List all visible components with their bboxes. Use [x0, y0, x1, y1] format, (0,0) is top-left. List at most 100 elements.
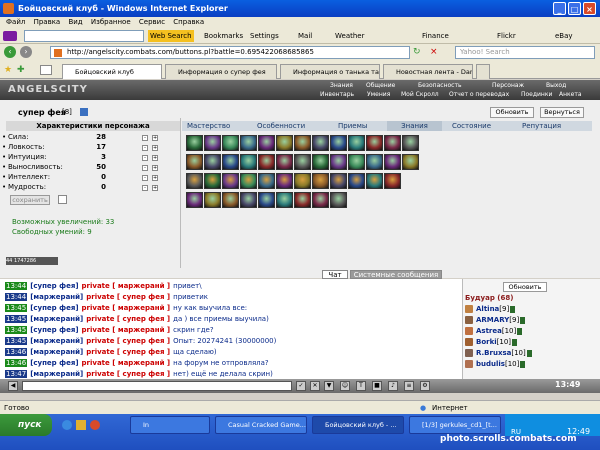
skill-icon[interactable] — [240, 154, 257, 170]
menu-tools[interactable]: Сервис — [139, 18, 165, 26]
nav-profile[interactable]: Анкета — [559, 91, 582, 98]
send-icon[interactable]: ✓ — [296, 381, 306, 391]
skill-icon[interactable] — [240, 173, 257, 189]
users-refresh-button[interactable]: Обновить — [503, 282, 547, 292]
nav-character[interactable]: Персонаж — [492, 82, 524, 89]
sys-icon[interactable]: ≡ — [404, 381, 414, 391]
skill-icon[interactable] — [294, 173, 311, 189]
skill-icon[interactable] — [222, 154, 239, 170]
message-sender[interactable]: [маржеранй] — [30, 370, 83, 378]
stat-plus-button[interactable]: + — [152, 155, 158, 161]
close-button[interactable]: × — [583, 2, 596, 15]
save-stats-button[interactable]: сохранить — [10, 195, 50, 205]
task-casual-cracked[interactable]: Casual Cracked Game... — [215, 416, 307, 434]
task-gerkules[interactable]: [1/3] gerkules_cd1_[t... — [409, 416, 501, 434]
message-sender[interactable]: [маржеранй] — [30, 348, 83, 356]
skill-icon[interactable] — [330, 154, 347, 170]
smile-icon[interactable]: ☺ — [340, 381, 350, 391]
stat-minus-button[interactable]: - — [142, 135, 148, 141]
finance-button[interactable]: Finance — [422, 30, 449, 42]
tab-news-darkclan[interactable]: Новостная лента - DarkClan — [383, 64, 473, 79]
tab-reputation[interactable]: Репутация — [522, 121, 561, 131]
flickr-button[interactable]: Flickr — [497, 30, 516, 42]
mail-button[interactable]: Mail — [298, 30, 312, 42]
skill-icon[interactable] — [330, 173, 347, 189]
stat-minus-button[interactable]: - — [142, 185, 148, 191]
tab-knowledge[interactable]: Знания — [387, 121, 442, 131]
message-sender[interactable]: [маржеранй] — [30, 293, 83, 301]
skill-icon[interactable] — [294, 192, 311, 208]
clear-icon[interactable]: ✕ — [310, 381, 320, 391]
stat-plus-button[interactable]: + — [152, 165, 158, 171]
minimize-button[interactable]: _ — [553, 2, 566, 15]
stat-minus-button[interactable]: - — [142, 165, 148, 171]
user-name[interactable]: ARMARY — [476, 316, 509, 324]
skill-icon[interactable] — [204, 192, 221, 208]
stat-plus-button[interactable]: + — [152, 135, 158, 141]
nav-knowledge[interactable]: Знания — [330, 82, 353, 89]
skill-icon[interactable] — [366, 154, 383, 170]
skill-icon[interactable] — [204, 173, 221, 189]
skill-icon[interactable] — [312, 173, 329, 189]
user-info-icon[interactable] — [520, 316, 526, 324]
tab-techniques[interactable]: Приемы — [338, 121, 367, 131]
web-search-button[interactable]: Web Search — [148, 30, 194, 42]
stat-minus-button[interactable]: - — [142, 145, 148, 151]
skill-icon[interactable] — [294, 135, 311, 151]
user-info-icon[interactable] — [520, 360, 526, 368]
message-sender[interactable]: [супер фея] — [30, 326, 78, 334]
toolbar-search-input[interactable] — [24, 30, 144, 42]
refresh-button[interactable]: Обновить — [490, 107, 534, 118]
skill-icon[interactable] — [186, 135, 203, 151]
menu-favorites[interactable]: Избранное — [91, 18, 131, 26]
task-in[interactable]: In — [130, 416, 210, 434]
return-button[interactable]: Вернуться — [540, 107, 584, 118]
skill-icon[interactable] — [222, 192, 239, 208]
tab-fight-club[interactable]: Бойцовский клуб — [62, 64, 162, 79]
skill-icon[interactable] — [222, 135, 239, 151]
skill-icon[interactable] — [294, 154, 311, 170]
start-button[interactable]: пуск — [0, 414, 52, 436]
skill-icon[interactable] — [258, 173, 275, 189]
user-list-item[interactable]: budulis[10] — [465, 359, 526, 370]
weather-button[interactable]: Weather — [335, 30, 364, 42]
ebay-button[interactable]: eBay — [555, 30, 573, 42]
favorites-star-icon[interactable]: ★ — [4, 65, 12, 75]
nav-skills[interactable]: Умения — [367, 91, 390, 98]
skill-icon[interactable] — [186, 154, 203, 170]
skill-icon[interactable] — [330, 135, 347, 151]
quicklaunch-folder-icon[interactable] — [76, 420, 86, 430]
save-checkbox[interactable] — [58, 195, 67, 204]
settings-button[interactable]: Settings — [250, 30, 279, 42]
user-info-icon[interactable] — [510, 305, 516, 313]
message-sender[interactable]: [маржеранй] — [30, 337, 83, 345]
skill-icon[interactable] — [204, 135, 221, 151]
skill-icon[interactable] — [186, 173, 203, 189]
skill-icon[interactable] — [330, 192, 347, 208]
skill-icon[interactable] — [348, 135, 365, 151]
skill-icon[interactable] — [204, 154, 221, 170]
stat-minus-button[interactable]: - — [142, 175, 148, 181]
skill-icon[interactable] — [402, 154, 419, 170]
skill-icon[interactable] — [276, 173, 293, 189]
nav-security[interactable]: Безопасность — [418, 82, 462, 89]
skill-icon[interactable] — [312, 192, 329, 208]
skill-icon[interactable] — [222, 173, 239, 189]
quicklaunch-ie-icon[interactable] — [62, 420, 72, 430]
nav-transfer-report[interactable]: Отчет о переводах — [449, 91, 509, 98]
skill-icon[interactable] — [258, 154, 275, 170]
translit-icon[interactable]: T — [356, 381, 366, 391]
skill-icon[interactable] — [240, 135, 257, 151]
tab-info-super-fairy[interactable]: Информация о супер фея — [165, 64, 277, 79]
skill-icon[interactable] — [312, 154, 329, 170]
skill-icon[interactable] — [276, 135, 293, 151]
user-info-icon[interactable] — [526, 349, 532, 357]
quicklaunch-app-icon[interactable] — [90, 420, 100, 430]
skill-icon[interactable] — [402, 135, 419, 151]
nav-battles[interactable]: Поединки — [521, 91, 552, 98]
stat-plus-button[interactable]: + — [152, 175, 158, 181]
user-info-icon[interactable] — [512, 338, 518, 346]
chat-settings-icon[interactable]: ⚙ — [420, 381, 430, 391]
message-sender[interactable]: [супер фея] — [30, 304, 78, 312]
task-fight-club[interactable]: Бойцовский клуб - ... — [312, 416, 404, 434]
